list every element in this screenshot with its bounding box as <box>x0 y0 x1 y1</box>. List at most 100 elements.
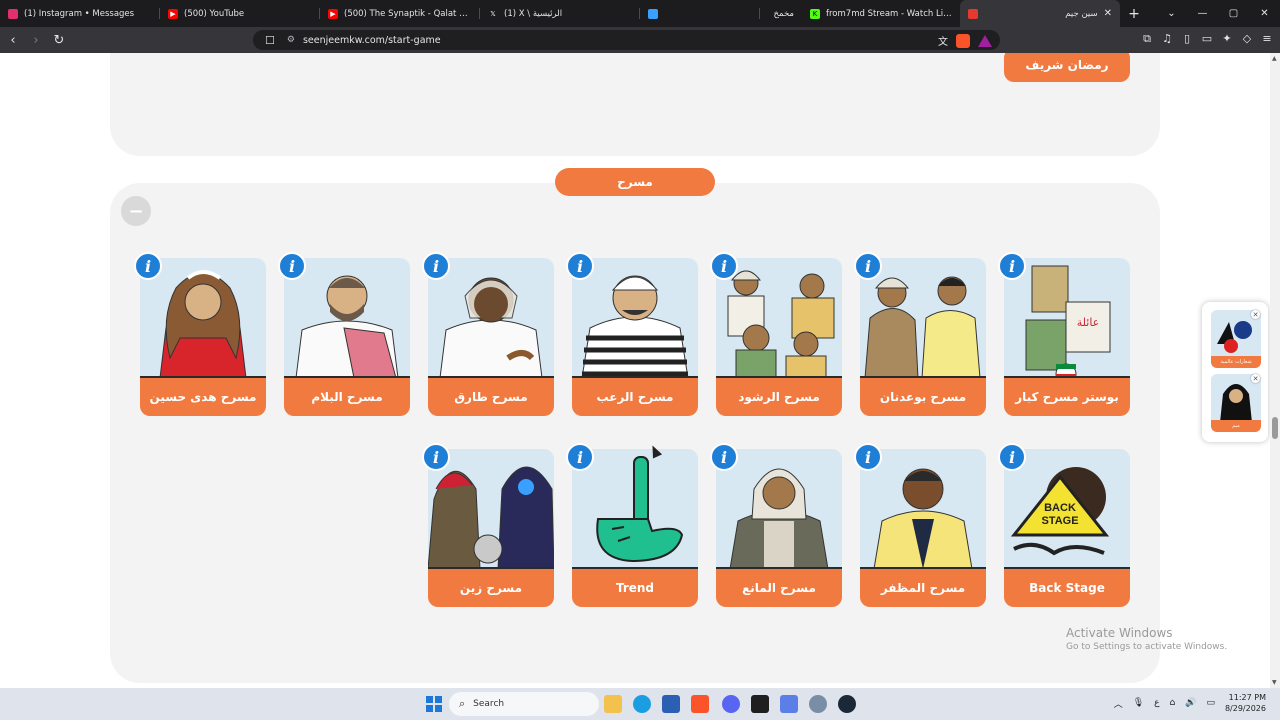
clock-date: 8/29/2026 <box>1224 704 1266 713</box>
extensions-icon[interactable]: ⧉ <box>1140 32 1154 46</box>
youtube-icon: ▶ <box>168 8 178 19</box>
app-icon[interactable] <box>751 695 769 713</box>
category-card[interactable]: عائلة بوستر مسرح كبار i <box>998 252 1130 417</box>
browser-toolbar: ‹ › ↻ ☐ ⚙ seenjeemkw.com/start-game 文 ⧉ … <box>0 27 1280 53</box>
tab-mkhmkh[interactable]: مخمخ <box>760 0 802 27</box>
steam-icon[interactable] <box>838 695 856 713</box>
edge-icon[interactable] <box>633 695 651 713</box>
kick-icon: K <box>810 8 820 19</box>
reload-button[interactable]: ↻ <box>49 33 69 48</box>
scrollbar-thumb[interactable] <box>1272 417 1278 439</box>
category-label: بوستر مسرح كبار <box>1004 376 1130 416</box>
info-icon[interactable]: i <box>566 443 594 471</box>
tab-app[interactable] <box>640 0 760 27</box>
store-icon[interactable] <box>662 695 680 713</box>
tab-title: مخمخ <box>773 8 794 19</box>
category-image <box>284 258 410 378</box>
battery-icon[interactable]: ▭ <box>1206 698 1215 708</box>
app-icon[interactable] <box>780 695 798 713</box>
volume-icon[interactable]: 🔊 <box>1185 698 1196 708</box>
clock[interactable]: 11:27 PM 8/29/2026 <box>1225 692 1266 714</box>
url-text: seenjeemkw.com/start-game <box>302 34 441 46</box>
brave-rewards-icon[interactable] <box>978 34 992 47</box>
menu-icon[interactable]: ≡ <box>1260 32 1274 46</box>
seenjeem-icon <box>968 8 978 19</box>
category-card[interactable]: مسرح هدى حسين i <box>134 252 266 417</box>
category-image <box>428 258 554 378</box>
file-explorer-icon[interactable] <box>604 695 622 713</box>
tab-youtube[interactable]: ▶ (500) YouTube <box>160 0 320 27</box>
tab-x[interactable]: 𝕏 (1) X \ الرئيسية <box>480 0 640 27</box>
site-info-icon[interactable]: ⚙ <box>287 35 295 45</box>
minimize-button[interactable]: — <box>1187 8 1218 19</box>
translate-icon[interactable]: 文 <box>938 33 948 48</box>
info-icon[interactable]: i <box>278 252 306 280</box>
info-icon[interactable]: i <box>710 252 738 280</box>
tray-chevron-icon[interactable]: ︿ <box>1114 697 1123 710</box>
brave-icon[interactable] <box>691 695 709 713</box>
svg-text:عائلة: عائلة <box>1077 316 1100 329</box>
start-icon[interactable] <box>425 695 443 713</box>
category-image <box>140 258 266 378</box>
info-icon[interactable]: i <box>854 443 882 471</box>
watermark-subtitle: Go to Settings to activate Windows. <box>1066 642 1228 652</box>
settings-icon[interactable] <box>809 695 827 713</box>
media-icon[interactable]: ♫ <box>1160 32 1174 46</box>
category-label: مسرح المظفر <box>860 567 986 607</box>
category-card[interactable]: مسرح طارق i <box>422 252 554 417</box>
window-close-button[interactable]: ✕ <box>1249 8 1280 19</box>
collapse-section-button[interactable]: − <box>121 196 151 226</box>
info-icon[interactable]: i <box>998 252 1026 280</box>
info-icon[interactable]: i <box>854 252 882 280</box>
network-icon[interactable]: ⌂ <box>1170 698 1176 708</box>
category-card[interactable]: BACK STAGE Back Stage i <box>998 443 1130 608</box>
tab-instagram[interactable]: (1) Instagram • Messages <box>0 0 160 27</box>
dismiss-suggestion-icon[interactable]: ✕ <box>1251 374 1260 383</box>
category-label: Back Stage <box>1004 567 1130 607</box>
tab-search-chevron-icon[interactable]: ⌄ <box>1156 8 1187 19</box>
tab-title: (1) X \ الرئيسية <box>504 8 563 19</box>
info-icon[interactable]: i <box>422 252 450 280</box>
taskbar-search[interactable]: ⌕ Search <box>449 692 599 716</box>
category-card[interactable]: Trend i <box>566 443 698 608</box>
info-icon[interactable]: i <box>566 252 594 280</box>
address-bar[interactable]: ☐ ⚙ seenjeemkw.com/start-game 文 <box>253 30 1000 50</box>
new-tab-button[interactable]: + <box>1120 6 1148 22</box>
category-card[interactable]: مسرح زين i <box>422 443 554 608</box>
info-icon[interactable]: i <box>998 443 1026 471</box>
category-label: مسرح الرعب <box>572 376 698 416</box>
sidebar-icon[interactable]: ▯ <box>1180 32 1194 46</box>
category-card[interactable]: مسرح البلام i <box>278 252 410 417</box>
discord-icon[interactable] <box>722 695 740 713</box>
maximize-button[interactable]: ▢ <box>1218 8 1249 19</box>
ramadan-category-button[interactable]: رمضان شريف <box>1004 53 1130 82</box>
category-card[interactable]: مسرح المظفر i <box>854 443 986 608</box>
page-scrollbar[interactable]: ▲ ▼ <box>1270 53 1280 688</box>
wallet-icon[interactable]: ▭ <box>1200 32 1214 46</box>
category-card[interactable]: مسرح المانع i <box>710 443 842 608</box>
info-icon[interactable]: i <box>710 443 738 471</box>
tab-youtube-video[interactable]: ▶ (500) The Synaptik - Qalat Lee (Lyric <box>320 0 480 27</box>
category-card[interactable]: مسرح الرشود i <box>710 252 842 417</box>
dismiss-suggestion-icon[interactable]: ✕ <box>1251 310 1260 319</box>
tab-seenjeem-active[interactable]: سين جيم ✕ <box>960 0 1120 27</box>
search-icon: ⌕ <box>459 697 466 710</box>
tab-kick[interactable]: K from7md Stream - Watch Live on Ki <box>802 0 960 27</box>
category-card[interactable]: مسرح بوعدنان i <box>854 252 986 417</box>
language-indicator[interactable]: ع <box>1154 698 1159 708</box>
mic-icon[interactable]: 🎙 <box>1133 698 1144 708</box>
category-image <box>860 258 986 378</box>
info-icon[interactable]: i <box>422 443 450 471</box>
brave-shields-icon[interactable] <box>956 33 970 48</box>
bookmark-icon[interactable]: ☐ <box>265 34 275 47</box>
leo-ai-icon[interactable]: ✦ <box>1220 32 1234 46</box>
scroll-down-icon[interactable]: ▼ <box>1272 679 1277 686</box>
vpn-icon[interactable]: ◇ <box>1240 32 1254 46</box>
forward-button[interactable]: › <box>26 33 46 48</box>
info-icon[interactable]: i <box>134 252 162 280</box>
search-placeholder: Search <box>473 699 505 709</box>
scroll-up-icon[interactable]: ▲ <box>1272 55 1277 62</box>
close-tab-icon[interactable]: ✕ <box>1104 8 1112 19</box>
category-card[interactable]: مسرح الرعب i <box>566 252 698 417</box>
back-button[interactable]: ‹ <box>3 33 23 48</box>
